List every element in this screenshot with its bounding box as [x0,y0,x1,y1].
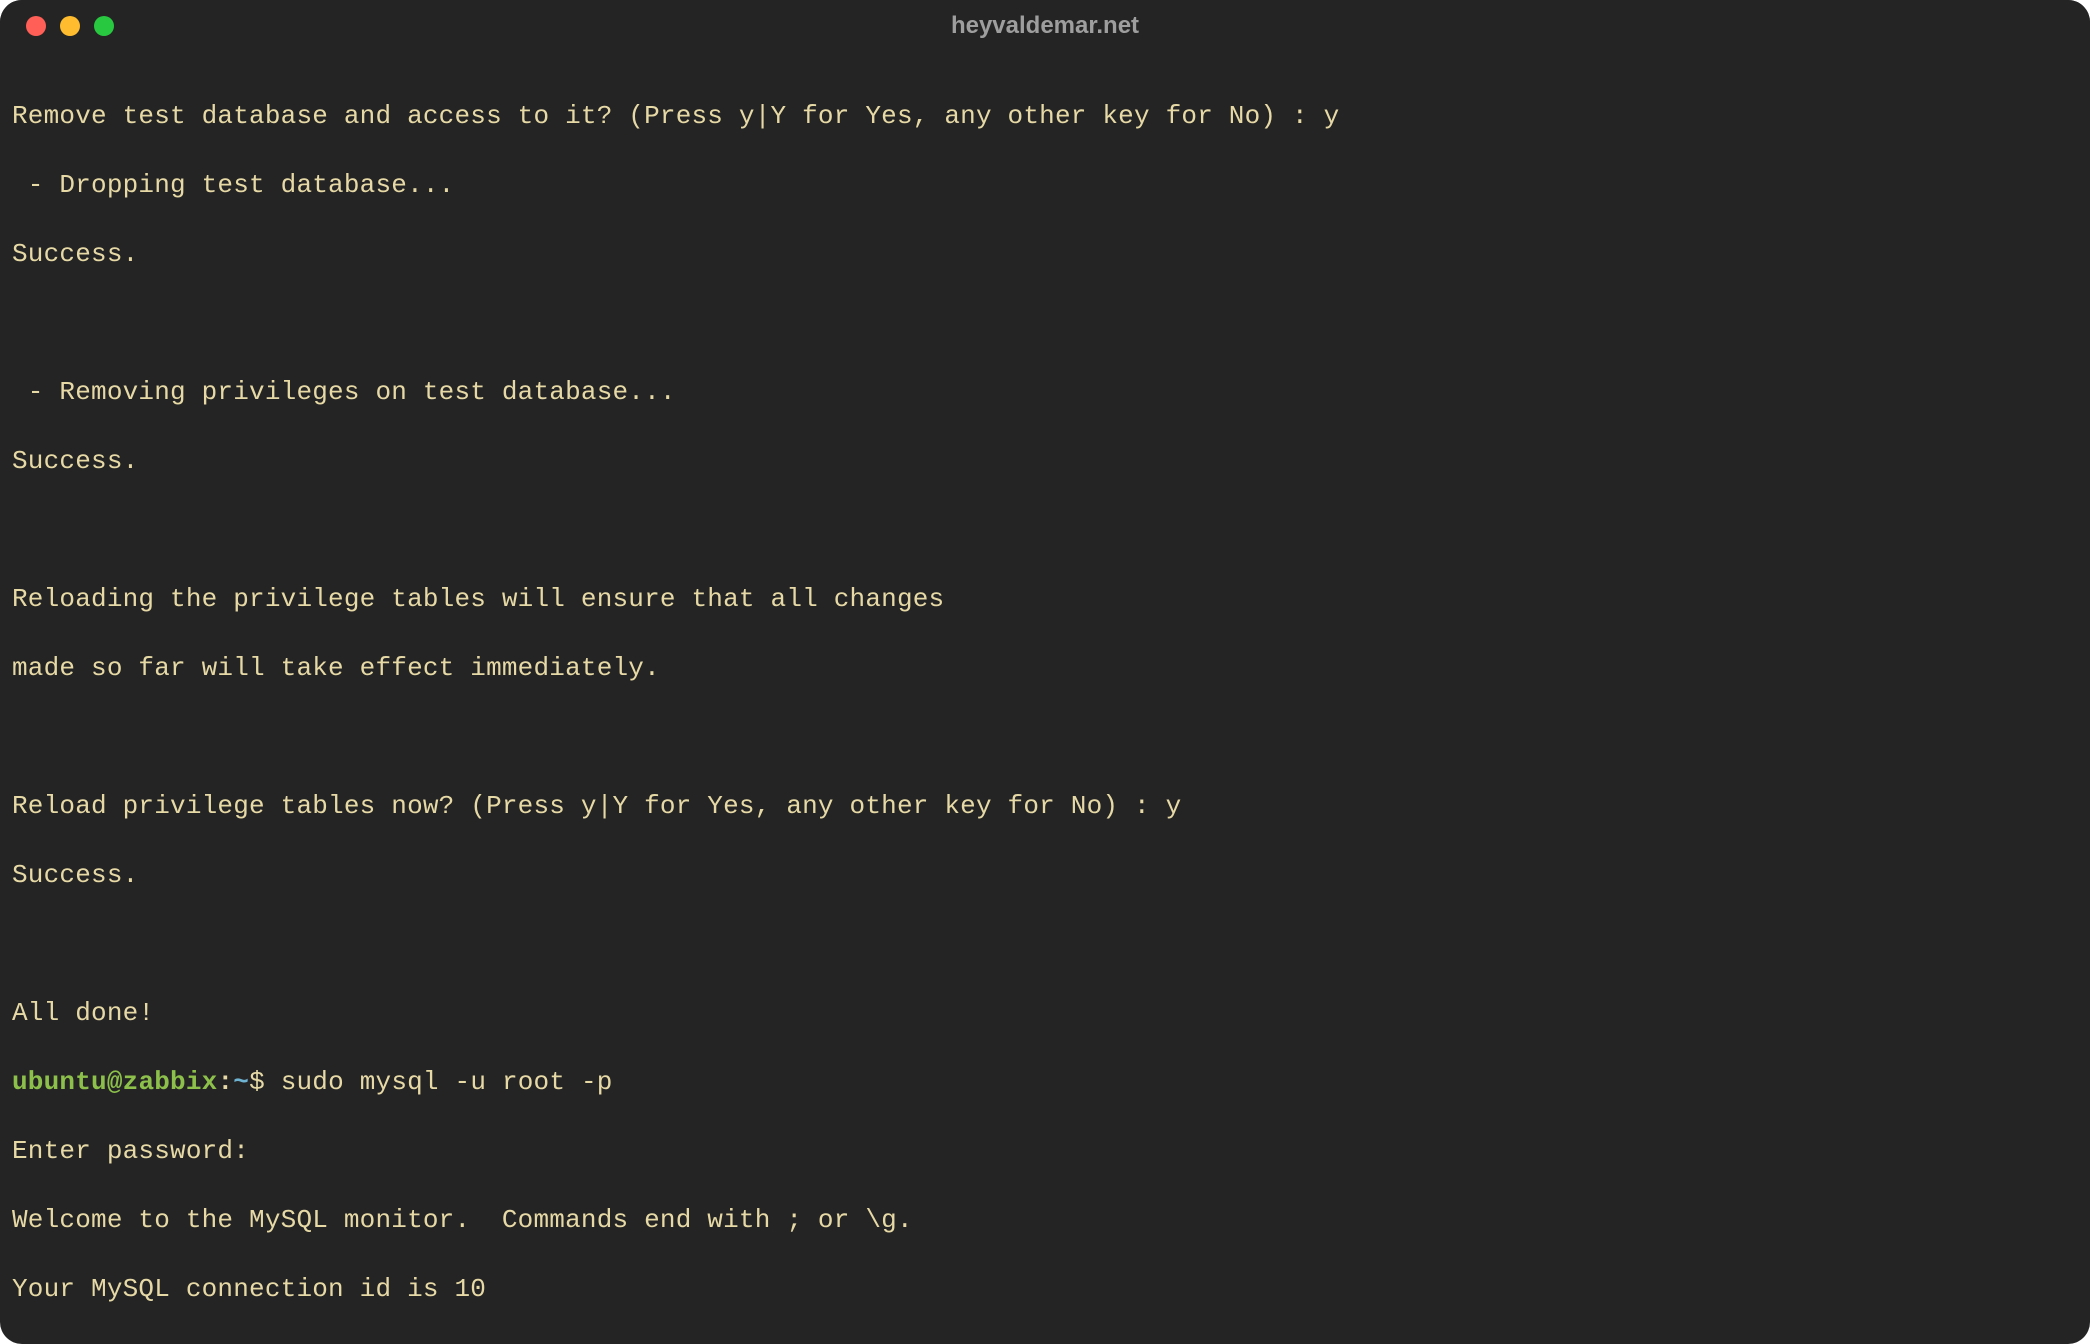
terminal-line: Success. [12,858,2078,893]
titlebar: heyvaldemar.net [0,0,2090,52]
terminal-line [12,720,2078,755]
terminal-line: Remove test database and access to it? (… [12,99,2078,134]
terminal-line: Success. [12,444,2078,479]
terminal-line: made so far will take effect immediately… [12,651,2078,686]
terminal-line [12,513,2078,548]
terminal-line: - Removing privileges on test database..… [12,375,2078,410]
terminal-line: - Dropping test database... [12,168,2078,203]
minimize-icon[interactable] [60,16,80,36]
terminal-line: All done! [12,996,2078,1031]
prompt-at: @ [107,1067,123,1097]
prompt-user: ubuntu [12,1067,107,1097]
terminal-line: Reload privilege tables now? (Press y|Y … [12,789,2078,824]
prompt-line: ubuntu@zabbix:~$ sudo mysql -u root -p [12,1065,2078,1100]
close-icon[interactable] [26,16,46,36]
terminal-line: Enter password: [12,1134,2078,1169]
terminal-line: Success. [12,237,2078,272]
prompt-dollar: $ [249,1067,281,1097]
terminal-line: Your MySQL connection id is 10 [12,1272,2078,1307]
terminal-line [12,306,2078,341]
terminal-line: Reloading the privilege tables will ensu… [12,582,2078,617]
window-title: heyvaldemar.net [0,12,2090,40]
terminal-line [12,927,2078,962]
maximize-icon[interactable] [94,16,114,36]
terminal-window: heyvaldemar.net Remove test database and… [0,0,2090,1344]
traffic-lights [0,16,114,36]
prompt-colon: : [217,1067,233,1097]
terminal-line: Welcome to the MySQL monitor. Commands e… [12,1203,2078,1238]
terminal-line: Server version: 8.0.23-0ubuntu0.20.04.1 … [12,1341,2078,1344]
prompt-host: zabbix [123,1067,218,1097]
terminal-body[interactable]: Remove test database and access to it? (… [0,52,2090,1344]
prompt-command: sudo mysql -u root -p [281,1067,613,1097]
prompt-path: ~ [233,1067,249,1097]
